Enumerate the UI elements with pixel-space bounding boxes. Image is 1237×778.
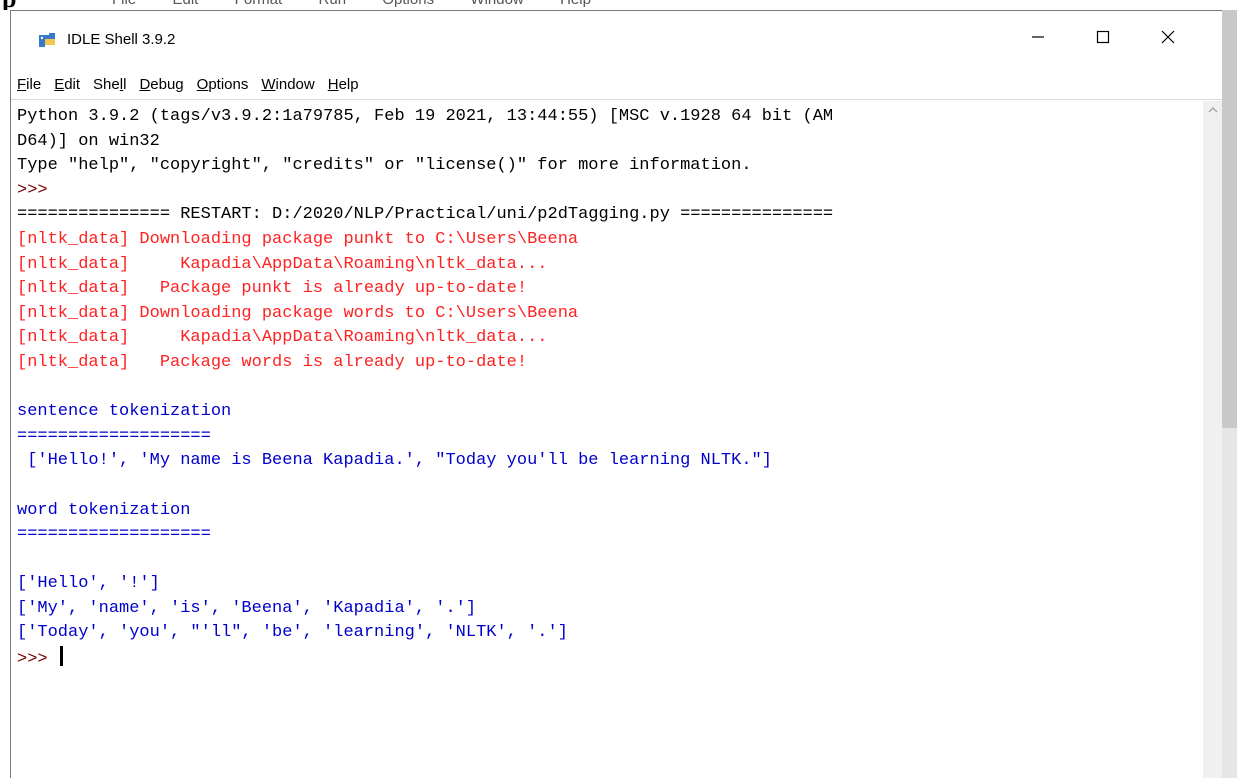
menu-item-window[interactable]: Window — [261, 76, 314, 93]
shell-line: =============== RESTART: D:/2020/NLP/Pra… — [17, 205, 834, 225]
window-title: IDLE Shell 3.9.2 — [67, 31, 176, 48]
minimize-icon — [1030, 29, 1046, 50]
background-menu-fragment: File Edit Format Run Options Window Help — [112, 0, 591, 8]
shell-line: Python 3.9.2 (tags/v3.9.2:1a79785, Feb 1… — [17, 107, 834, 126]
shell-scrollbar[interactable] — [1203, 101, 1222, 778]
shell-line: ['My', 'name', 'is', 'Beena', 'Kapadia',… — [17, 598, 477, 618]
shell-text-area[interactable]: Python 3.9.2 (tags/v3.9.2:1a79785, Feb 1… — [11, 101, 1203, 778]
menu-mnemonic: H — [327, 75, 339, 93]
shell-prompt: >>> — [17, 650, 58, 670]
shell-line: [nltk_data] Downloading package words to… — [17, 303, 579, 323]
menu-label-part: ebug — [150, 75, 184, 93]
menu-item-options[interactable]: Options — [197, 76, 249, 93]
menu-mnemonic: D — [139, 75, 151, 93]
maximize-button[interactable] — [1080, 19, 1126, 59]
menu-item-file[interactable]: File — [17, 76, 41, 93]
shell-line: >>> — [17, 180, 58, 200]
outer-scrollbar[interactable] — [1222, 10, 1237, 778]
menu-mnemonic: F — [17, 75, 27, 93]
menu-item-help[interactable]: Help — [328, 76, 359, 93]
scroll-up-arrow-icon[interactable] — [1203, 101, 1222, 118]
shell-line: [nltk_data] Package punkt is already up-… — [17, 279, 528, 299]
background-window-strip: p File Edit Format Run Options Window He… — [0, 0, 1237, 10]
shell-line: sentence tokenization — [17, 402, 232, 422]
shell-line: [nltk_data] Kapadia\AppData\Roaming\nltk… — [17, 328, 548, 348]
shell-line: ['Hello', '!'] — [17, 574, 160, 594]
shell-line: [nltk_data] Package words is already up-… — [17, 352, 528, 372]
shell-line: =================== — [17, 525, 211, 545]
shell-line: [nltk_data] Downloading package punkt to… — [17, 229, 579, 249]
menu-item-shell[interactable]: Shell — [93, 76, 126, 93]
background-text-fragment: p — [2, 0, 16, 10]
close-button[interactable] — [1145, 19, 1191, 59]
outer-scrollbar-thumb[interactable] — [1222, 10, 1237, 428]
maximize-icon — [1095, 29, 1111, 50]
title-bar[interactable]: IDLE Shell 3.9.2 — [11, 11, 1222, 63]
shell-line: ['Today', 'you', "'ll", 'be', 'learning'… — [17, 623, 568, 643]
menu-label-part: l — [123, 75, 127, 93]
menu-label-part: dit — [64, 75, 81, 93]
minimize-button[interactable] — [1015, 19, 1061, 59]
menu-label-part: ile — [26, 75, 42, 93]
menu-mnemonic: E — [54, 75, 65, 93]
idle-shell-window: IDLE Shell 3.9.2 File Edit Shell Debug Optio… — [10, 10, 1222, 778]
shell-line: =================== — [17, 426, 211, 446]
shell-line: word tokenization — [17, 500, 191, 520]
menu-item-edit[interactable]: Edit — [54, 76, 80, 93]
shell-line: Type "help", "copyright", "credits" or "… — [17, 156, 752, 176]
menu-item-debug[interactable]: Debug — [139, 76, 183, 93]
menu-mnemonic: W — [261, 75, 276, 93]
menu-label-part: ptions — [208, 75, 249, 93]
shell-line: D64)] on win32 — [17, 131, 160, 151]
menu-mnemonic: O — [196, 75, 209, 93]
shell-line: ['Hello!', 'My name is Beena Kapadia.', … — [17, 451, 772, 471]
shell-line: [nltk_data] Kapadia\AppData\Roaming\nltk… — [17, 254, 548, 274]
close-icon — [1160, 29, 1176, 50]
menu-label-part: indow — [275, 75, 315, 93]
text-cursor — [59, 646, 63, 667]
menu-bar: File Edit Shell Debug Options Window Help — [11, 69, 1222, 99]
menu-label-part: She — [93, 75, 120, 93]
python-idle-icon — [37, 31, 57, 49]
shell-input-line[interactable]: >>> — [17, 646, 1203, 671]
menu-divider — [11, 99, 1222, 100]
menu-label-part: elp — [338, 75, 359, 93]
